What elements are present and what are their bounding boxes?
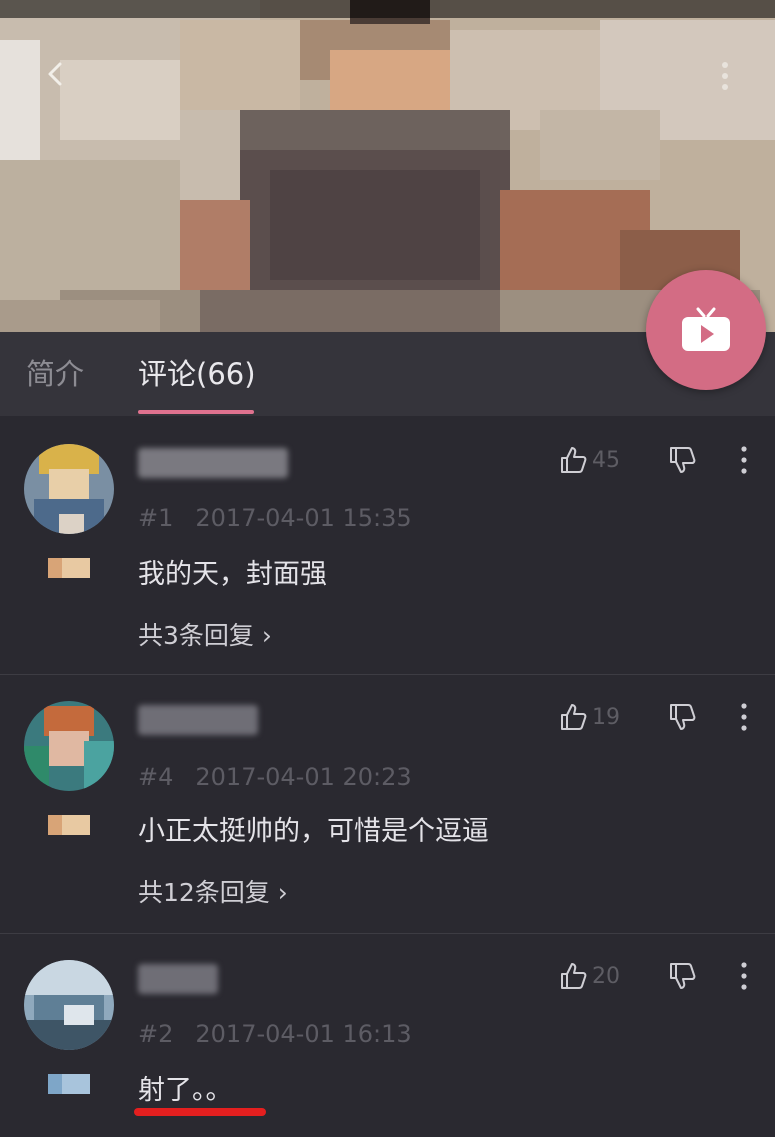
dislike-button[interactable] bbox=[664, 958, 700, 994]
more-vertical-icon bbox=[722, 62, 728, 90]
like-count: 45 bbox=[592, 447, 620, 473]
level-badge bbox=[48, 558, 90, 578]
avatar-image bbox=[24, 960, 114, 1050]
more-options-button[interactable] bbox=[715, 56, 735, 96]
thumbs-up-icon bbox=[561, 704, 587, 730]
more-vertical-icon bbox=[741, 703, 747, 731]
tab-intro[interactable]: 简介 bbox=[26, 332, 84, 416]
comment-menu-button[interactable] bbox=[730, 697, 758, 737]
dislike-button[interactable] bbox=[664, 442, 700, 478]
comment-time: 2017-04-01 20:23 bbox=[195, 763, 412, 791]
comment-menu-button[interactable] bbox=[730, 956, 758, 996]
like-button[interactable]: 20 bbox=[558, 958, 620, 994]
username[interactable] bbox=[138, 964, 218, 994]
thumbs-down-icon bbox=[670, 704, 696, 730]
chevron-right-icon: › bbox=[261, 621, 272, 650]
tv-play-icon bbox=[682, 307, 730, 351]
floor-number: #4 bbox=[138, 763, 174, 791]
comment-text: 我的天，封面强 bbox=[138, 559, 327, 590]
comment-text: 射了。。 bbox=[138, 1075, 233, 1106]
back-button[interactable] bbox=[36, 54, 76, 94]
thumbs-down-icon bbox=[670, 963, 696, 989]
chevron-right-icon: › bbox=[277, 878, 288, 907]
comment-time: 2017-04-01 16:13 bbox=[195, 1020, 412, 1048]
comment-item: #1 2017-04-01 15:35 我的天，封面强 共3条回复 › 45 bbox=[0, 416, 775, 675]
thumbs-down-icon bbox=[670, 447, 696, 473]
comment-meta: #4 2017-04-01 20:23 bbox=[138, 763, 412, 791]
floor-number: #1 bbox=[138, 504, 174, 532]
view-replies-link[interactable]: 共3条回复 › bbox=[138, 616, 272, 652]
like-count: 19 bbox=[592, 704, 620, 730]
comment-item: #2 2017-04-01 16:13 射了。。 20 bbox=[0, 934, 775, 1137]
avatar-image bbox=[24, 701, 114, 791]
pixelated-cover-image bbox=[0, 0, 775, 332]
more-vertical-icon bbox=[741, 446, 747, 474]
tab-comments[interactable]: 评论(66) bbox=[138, 332, 256, 416]
username[interactable] bbox=[138, 448, 288, 478]
avatar[interactable] bbox=[24, 701, 114, 791]
video-detail-page: 简介 评论(66) #1 2017-04-01 15:35 我的天，封面强 共3… bbox=[0, 0, 775, 1137]
status-bar bbox=[0, 0, 775, 18]
like-button[interactable]: 45 bbox=[558, 442, 620, 478]
replies-label: 共3条回复 bbox=[138, 621, 262, 650]
back-arrow-icon bbox=[48, 62, 62, 86]
floor-number: #2 bbox=[138, 1020, 174, 1048]
comment-meta: #2 2017-04-01 16:13 bbox=[138, 1020, 412, 1048]
comment-time: 2017-04-01 15:35 bbox=[195, 504, 412, 532]
comment-text: 小正太挺帅的，可惜是个逗逼 bbox=[138, 816, 489, 847]
avatar[interactable] bbox=[24, 444, 114, 534]
video-player[interactable] bbox=[0, 0, 775, 332]
username[interactable] bbox=[138, 705, 258, 735]
avatar-image bbox=[24, 444, 114, 534]
play-video-fab[interactable] bbox=[646, 270, 766, 390]
comment-item: #4 2017-04-01 20:23 小正太挺帅的，可惜是个逗逼 共12条回复 … bbox=[0, 675, 775, 934]
comment-menu-button[interactable] bbox=[730, 440, 758, 480]
thumbs-up-icon bbox=[561, 447, 587, 473]
like-count: 20 bbox=[592, 963, 620, 989]
comment-meta: #1 2017-04-01 15:35 bbox=[138, 504, 412, 532]
more-vertical-icon bbox=[741, 962, 747, 990]
like-button[interactable]: 19 bbox=[558, 699, 620, 735]
dislike-button[interactable] bbox=[664, 699, 700, 735]
avatar[interactable] bbox=[24, 960, 114, 1050]
level-badge bbox=[48, 1074, 90, 1094]
red-highlight-underline bbox=[134, 1108, 266, 1116]
replies-label: 共12条回复 bbox=[138, 878, 278, 907]
thumbs-up-icon bbox=[561, 963, 587, 989]
view-replies-link[interactable]: 共12条回复 › bbox=[138, 873, 288, 909]
active-tab-indicator bbox=[138, 410, 254, 414]
level-badge bbox=[48, 815, 90, 835]
